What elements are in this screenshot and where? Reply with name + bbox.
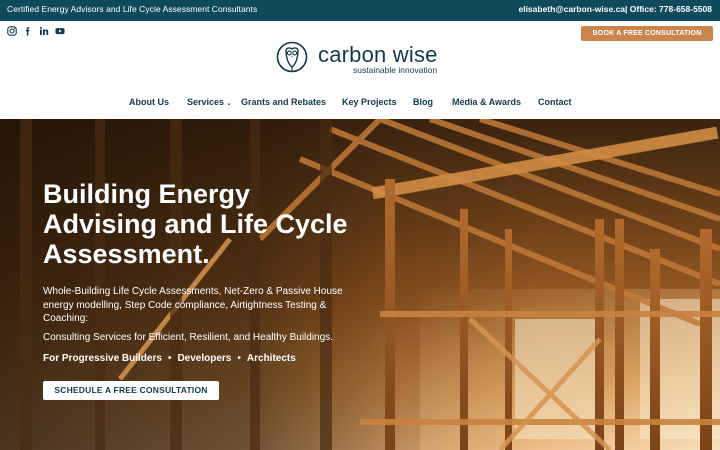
carbon-wise-logo[interactable]: carbon wise sustainable innovation <box>276 40 446 78</box>
top-info-bar: Certified Energy Advisors and Life Cycle… <box>0 0 720 21</box>
nav-item-services-label: Services <box>187 97 225 107</box>
audience-builders: For Progressive Builders <box>43 353 162 364</box>
social-links <box>7 26 65 36</box>
hero-title: Building Energy Advising and Life Cycle … <box>43 179 348 269</box>
nav-item-about-us[interactable]: About Us <box>129 97 169 107</box>
linkedin-icon[interactable] <box>39 26 49 36</box>
bullet-separator: • <box>167 353 172 364</box>
topbar-tagline: Certified Energy Advisors and Life Cycle… <box>7 4 258 14</box>
bullet-separator: • <box>237 353 241 364</box>
chevron-down-icon: ⌄ <box>226 100 232 107</box>
audience-developers: Developers <box>177 353 232 364</box>
nav-item-services[interactable]: Services ⌄ <box>187 97 232 107</box>
hero-subtitle: Whole-Building Life Cycle Assessments, N… <box>43 286 343 324</box>
book-consultation-button[interactable]: BOOK A FREE CONSULTATION <box>581 26 713 41</box>
site-header: BOOK A FREE CONSULTATION carbon wise sus… <box>0 21 720 119</box>
nav-item-blog[interactable]: Blog <box>413 97 433 107</box>
topbar-contact[interactable]: elisabeth@carbon-wise.ca| Office: 778-65… <box>518 4 712 14</box>
nav-item-contact[interactable]: Contact <box>538 97 572 107</box>
hero-tagline: Consulting Services for Efficient, Resil… <box>43 332 333 343</box>
audience-architects: Architects <box>246 353 296 364</box>
logo-tagline: sustainable innovation <box>353 65 438 75</box>
facebook-icon[interactable] <box>23 26 33 36</box>
hero-section: Building Energy Advising and Life Cycle … <box>0 119 720 450</box>
youtube-icon[interactable] <box>55 26 65 36</box>
main-navigation: About Us Services ⌄ Grants and Rebates Ke… <box>0 97 720 111</box>
instagram-icon[interactable] <box>7 26 17 36</box>
nav-item-grants-and-rebates[interactable]: Grants and Rebates <box>241 97 326 107</box>
nav-item-key-projects[interactable]: Key Projects <box>342 97 397 107</box>
hero-audience: For Progressive Builders • Developers • Arch… <box>43 353 296 364</box>
owl-logo-icon <box>276 41 308 73</box>
schedule-consultation-button[interactable]: SCHEDULE A FREE CONSULTATION <box>43 381 219 400</box>
nav-item-media-awards[interactable]: Media & Awards <box>452 97 521 107</box>
